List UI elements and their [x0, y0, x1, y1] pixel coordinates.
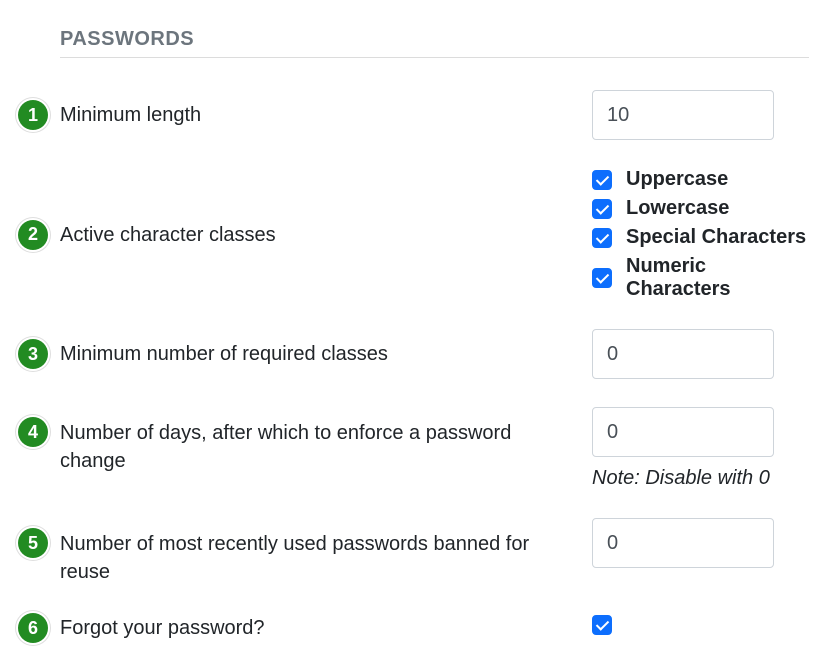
forgot-password-checkbox[interactable]: [592, 615, 612, 635]
min-classes-input[interactable]: [592, 329, 774, 379]
step-badge-5: 5: [18, 528, 48, 558]
row-min-classes: 3 Minimum number of required classes: [60, 329, 809, 379]
label-wrap: Number of days, after which to enforce a…: [60, 407, 592, 475]
label-wrap: Active character classes: [60, 221, 592, 249]
label-min-classes: Minimum number of required classes: [60, 343, 388, 365]
label-ban-reuse: Number of most recently used passwords b…: [60, 533, 529, 583]
special-chars-checkbox[interactable]: [592, 228, 612, 248]
label-wrap: Minimum length: [60, 101, 592, 129]
enforce-days-note: Note: Disable with 0: [592, 467, 774, 490]
uppercase-checkbox[interactable]: [592, 170, 612, 190]
enforce-days-input[interactable]: [592, 407, 774, 457]
char-classes-group: Uppercase Lowercase Special Characters N…: [592, 168, 809, 301]
label-wrap: Minimum number of required classes: [60, 340, 592, 368]
label-forgot-password: Forgot your password?: [60, 617, 265, 639]
step-badge-4: 4: [18, 417, 48, 447]
label-enforce-days: Number of days, after which to enforce a…: [60, 422, 511, 472]
check-row-numeric: Numeric Characters: [592, 255, 809, 301]
numeric-chars-label[interactable]: Numeric Characters: [626, 255, 809, 301]
control-min-length: [592, 90, 774, 140]
control-ban-reuse: [592, 518, 774, 568]
step-badge-2: 2: [18, 220, 48, 250]
special-chars-label[interactable]: Special Characters: [626, 226, 806, 249]
section-header-passwords: PASSWORDS: [60, 28, 809, 51]
step-badge-3: 3: [18, 339, 48, 369]
row-enforce-days: 4 Number of days, after which to enforce…: [60, 407, 809, 490]
ban-reuse-input[interactable]: [592, 518, 774, 568]
control-enforce-days: Note: Disable with 0: [592, 407, 774, 490]
step-badge-1: 1: [18, 100, 48, 130]
check-row-uppercase: Uppercase: [592, 168, 809, 191]
control-forgot-password: [592, 615, 774, 641]
numeric-chars-checkbox[interactable]: [592, 268, 612, 288]
check-row-lowercase: Lowercase: [592, 197, 809, 220]
check-row-special: Special Characters: [592, 226, 809, 249]
section-divider: [60, 57, 809, 58]
label-char-classes: Active character classes: [60, 221, 276, 249]
row-ban-reuse: 5 Number of most recently used passwords…: [60, 518, 809, 586]
uppercase-label[interactable]: Uppercase: [626, 168, 728, 191]
row-forgot-password: 6 Forgot your password?: [60, 614, 809, 642]
control-min-classes: [592, 329, 774, 379]
lowercase-checkbox[interactable]: [592, 199, 612, 219]
min-length-input[interactable]: [592, 90, 774, 140]
label-wrap: Number of most recently used passwords b…: [60, 518, 592, 586]
step-badge-6: 6: [18, 613, 48, 643]
label-wrap: Forgot your password?: [60, 614, 592, 642]
lowercase-label[interactable]: Lowercase: [626, 197, 729, 220]
row-min-length: 1 Minimum length: [60, 90, 809, 140]
row-char-classes: 2 Active character classes Uppercase Low…: [60, 168, 809, 301]
label-min-length: Minimum length: [60, 104, 201, 126]
